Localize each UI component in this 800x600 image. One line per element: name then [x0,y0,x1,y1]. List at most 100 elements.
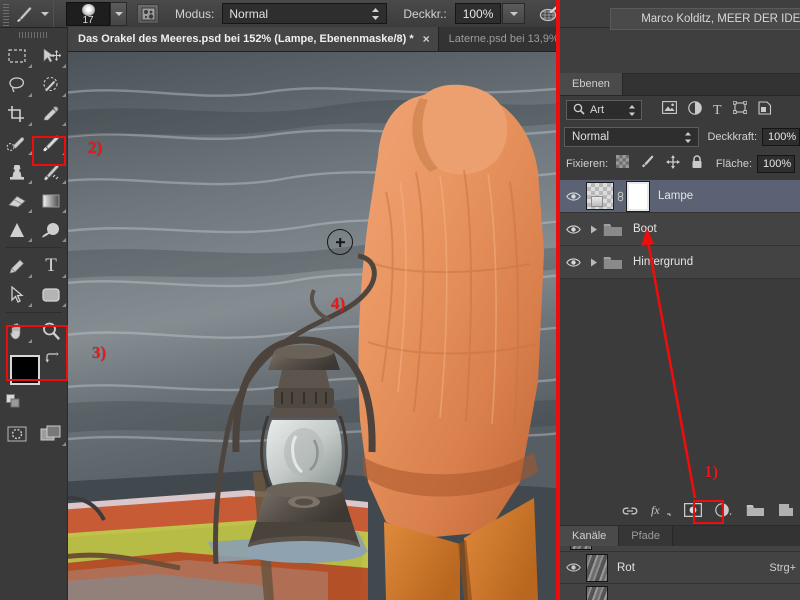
tab-ebenen[interactable]: Ebenen [560,73,623,95]
hand-tool[interactable] [0,316,34,345]
blend-mode-select[interactable]: Normal [222,3,388,24]
type-tool[interactable]: T [34,251,68,280]
filter-smart-object-icon[interactable] [758,100,772,120]
brush-cursor-crosshair-icon [327,229,353,255]
swap-colors-icon[interactable] [45,351,59,369]
tab-kanaele[interactable]: Kanäle [560,526,620,546]
lock-buttons [616,154,703,174]
layer-name: Boot [633,223,657,235]
close-icon[interactable]: × [423,32,430,46]
layer-blend-mode-select[interactable]: Normal [564,127,700,147]
fill-label: Fläche: [715,158,752,170]
filter-pixel-layers-icon[interactable] [662,101,677,119]
layer-style-button[interactable]: fx [651,503,671,522]
gradient-tool[interactable] [34,186,68,215]
toolbar-grip[interactable] [18,30,49,39]
layer-row-lampe[interactable]: Lampe [560,180,800,213]
brush-tool-icon[interactable] [11,3,37,25]
eyedropper-tool[interactable] [34,99,68,128]
tool-preset-chevron-down-icon[interactable] [41,11,49,16]
lock-transparent-pixels-icon[interactable] [616,155,630,173]
link-layers-button[interactable] [622,504,638,522]
channel-visibility-toggle[interactable] [560,562,586,573]
channels-list: Rot Strg+ [560,546,800,600]
layer-visibility-toggle[interactable] [560,257,586,268]
layer-filter-kind-value: Art [590,104,605,116]
lock-all-icon[interactable] [691,154,703,174]
add-layer-mask-button[interactable] [683,502,703,522]
canvas-area[interactable]: 2) 3) 4) [68,52,556,600]
default-colors-icon[interactable] [6,394,20,413]
spot-healing-brush-tool[interactable] [0,128,34,157]
brush-tool[interactable] [34,128,68,157]
channel-row-rot[interactable]: Rot Strg+ [560,552,800,584]
filter-adjustment-layers-icon[interactable] [688,100,702,120]
brush-size-value: 17 [82,14,94,26]
layer-fill-input[interactable]: 100% [757,155,795,173]
new-adjustment-layer-button[interactable] [715,503,733,522]
brush-panel-toggle-icon[interactable] [137,3,159,24]
eraser-tool[interactable] [0,186,34,215]
pen-tool[interactable] [0,251,34,280]
layers-list: Lampe Boot Hintergrund [560,180,800,279]
dodge-tool[interactable] [34,215,68,244]
layer-mask-thumbnail[interactable] [626,180,650,212]
clone-stamp-tool[interactable] [0,157,34,186]
blur-tool[interactable] [0,215,34,244]
filter-shape-layers-icon[interactable] [732,100,747,119]
select-arrows-icon [371,7,380,24]
layer-filter-kind-select[interactable]: Art [566,100,642,120]
lasso-tool[interactable] [0,70,34,99]
document-image [68,52,556,600]
crop-tool[interactable] [0,99,34,128]
brush-preset-picker[interactable]: 17 [66,1,110,26]
channel-row-partial[interactable] [560,546,800,552]
foreground-color-swatch[interactable] [10,355,40,385]
opacity-label: Deckkr.: [403,6,447,21]
screen-mode-icon[interactable] [34,419,68,448]
layer-blend-row: Normal Deckkraft: 100% [560,124,800,150]
lock-label: Fixieren: [566,158,609,170]
options-bar-grip[interactable] [1,1,11,26]
layer-filter-row: Art T [560,96,800,124]
channel-row-next[interactable] [560,584,800,600]
path-selection-tool[interactable] [0,280,34,309]
new-group-button[interactable] [746,503,765,522]
opacity-input[interactable]: 100% [454,3,502,24]
rectangle-shape-tool[interactable] [34,280,68,309]
move-tool[interactable] [34,41,68,70]
layer-visibility-toggle[interactable] [560,224,586,235]
svg-text:fx: fx [651,503,660,517]
layer-opacity-input[interactable]: 100% [762,128,800,146]
mask-link-icon[interactable] [614,190,627,203]
layer-opacity-label: Deckkraft: [707,131,757,143]
select-arrows-icon [628,104,636,120]
layer-row-boot[interactable]: Boot [560,213,800,246]
new-layer-button[interactable] [778,503,794,522]
quick-mask-icon[interactable] [0,419,34,448]
opacity-dropdown-button[interactable] [502,3,526,24]
document-tab-active[interactable]: Das Orakel des Meeres.psd bei 152% (Lamp… [68,27,439,51]
annotation-2: 2) [88,138,103,157]
zoom-tool[interactable] [34,316,68,345]
triangle-right-icon[interactable] [586,225,602,234]
layer-thumbnail[interactable] [586,182,614,210]
watermark-credit: Marco Kolditz, MEER DER IDEEN® [610,8,800,30]
mode-buttons [0,419,67,448]
quick-selection-tool[interactable] [34,70,68,99]
color-swatches [0,347,67,419]
filter-type-layers-icon[interactable]: T [713,101,722,119]
document-tab-inactive[interactable]: Laterne.psd bei 13,9% [438,27,568,51]
history-brush-tool[interactable] [34,157,68,186]
toolbar-separator [6,247,62,248]
channel-name: Rot [617,561,635,574]
rectangular-marquee-tool[interactable] [0,41,34,70]
layer-row-hintergrund[interactable]: Hintergrund [560,246,800,279]
lock-position-icon[interactable] [666,154,681,174]
blend-mode-value: Normal [229,6,269,21]
brush-preset-dropdown-button[interactable] [110,1,127,26]
lock-image-pixels-icon[interactable] [640,155,655,173]
triangle-right-icon[interactable] [586,258,602,267]
tab-pfade[interactable]: Pfade [619,526,674,546]
layer-visibility-toggle[interactable] [560,191,586,202]
